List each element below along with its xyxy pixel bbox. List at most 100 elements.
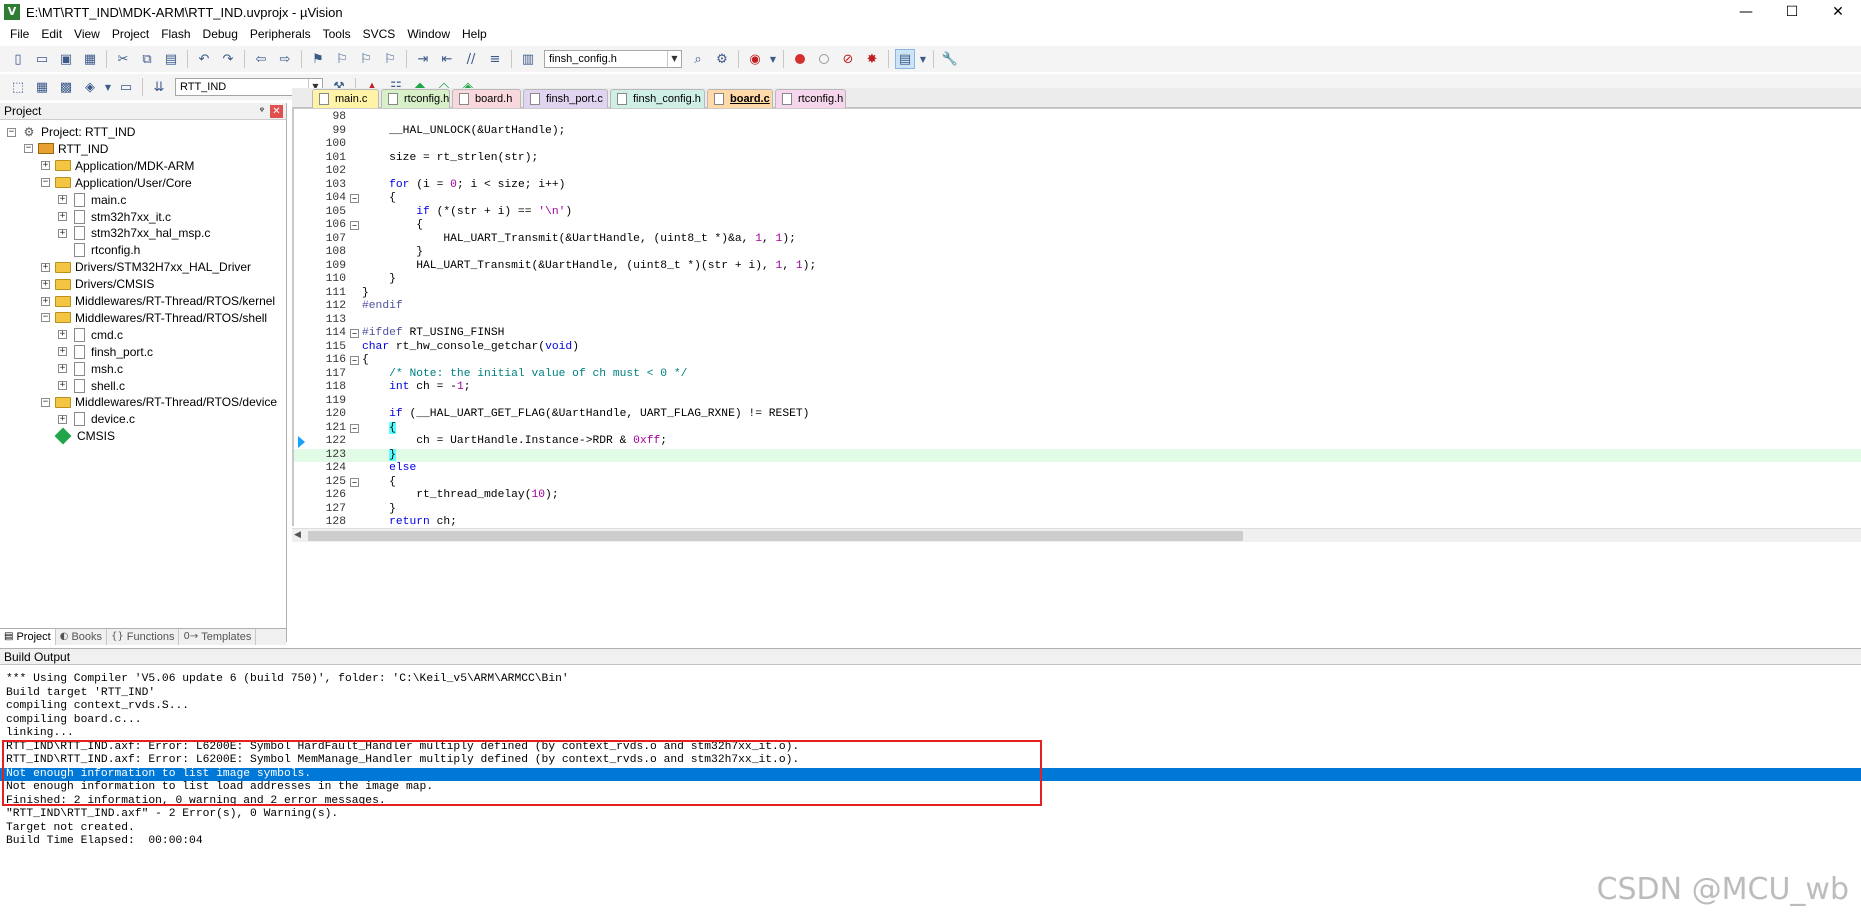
chevron-down-icon[interactable]: ▼: [667, 51, 681, 67]
collapse-icon[interactable]: −: [7, 127, 16, 137]
new-file-icon[interactable]: ▯: [8, 49, 28, 69]
expand-icon[interactable]: +: [58, 347, 67, 357]
minimize-icon[interactable]: —: [1723, 0, 1769, 24]
fold-icon[interactable]: −: [350, 423, 359, 433]
fold-icon[interactable]: −: [350, 194, 359, 203]
tree-item[interactable]: CMSIS: [41, 426, 115, 446]
window-layout-icon[interactable]: ▤: [895, 49, 915, 69]
save-all-icon[interactable]: ▦: [80, 49, 100, 69]
menu-file[interactable]: File: [4, 24, 35, 44]
find-combo[interactable]: finsh_config.h ▼: [544, 50, 682, 68]
build-output-line[interactable]: Target not created.: [0, 822, 1861, 836]
save-icon[interactable]: ▣: [56, 49, 76, 69]
build-output-line[interactable]: *** Using Compiler 'V5.06 update 6 (buil…: [0, 673, 1861, 687]
debug-session-icon[interactable]: ◉: [745, 49, 765, 69]
expand-icon[interactable]: +: [41, 279, 50, 289]
redo-icon[interactable]: ↷: [218, 49, 238, 69]
open-file-icon[interactable]: ▭: [32, 49, 52, 69]
scrollbar-thumb[interactable]: [308, 531, 1243, 541]
build-output-line[interactable]: Finished: 2 information, 0 warning and 2…: [0, 795, 1861, 809]
find-icon[interactable]: ⌕: [688, 49, 708, 69]
stop-build-icon[interactable]: ▭: [116, 77, 136, 97]
menu-debug[interactable]: Debug: [197, 24, 244, 44]
expand-icon[interactable]: +: [41, 262, 50, 272]
collapse-icon[interactable]: −: [41, 313, 50, 323]
expand-icon[interactable]: +: [58, 381, 67, 390]
build-output-line[interactable]: linking...: [0, 727, 1861, 741]
editor-tab[interactable]: finsh_config.h: [610, 89, 705, 108]
menu-help[interactable]: Help: [456, 24, 493, 44]
build-output-line[interactable]: compiling context_rvds.S...: [0, 700, 1861, 714]
chevron-down-icon[interactable]: ▼: [104, 77, 112, 97]
expand-icon[interactable]: +: [58, 228, 67, 238]
download-icon[interactable]: ⇊: [149, 77, 169, 97]
fold-icon[interactable]: −: [350, 356, 359, 365]
prev-bookmark-icon[interactable]: ⚐: [332, 49, 352, 69]
menu-view[interactable]: View: [68, 24, 106, 44]
nav-back-icon[interactable]: ⇦: [251, 49, 271, 69]
editor-tab[interactable]: finsh_port.c: [523, 89, 608, 108]
bookmark-icon[interactable]: ⚑: [308, 49, 328, 69]
fold-icon[interactable]: −: [350, 477, 359, 487]
build-output-line[interactable]: Build target 'RTT_IND': [0, 687, 1861, 701]
build-output-line[interactable]: Build Time Elapsed: 00:00:04: [0, 835, 1861, 849]
close-icon[interactable]: ✕: [1815, 0, 1861, 24]
collapse-icon[interactable]: −: [41, 178, 50, 188]
expand-icon[interactable]: +: [58, 195, 67, 205]
build-output-line[interactable]: RTT_IND\RTT_IND.axf: Error: L6200E: Symb…: [0, 754, 1861, 768]
collapse-icon[interactable]: −: [41, 397, 50, 407]
menu-flash[interactable]: Flash: [155, 24, 196, 44]
build-output-line[interactable]: RTT_IND\RTT_IND.axf: Error: L6200E: Symb…: [0, 741, 1861, 755]
expand-icon[interactable]: +: [41, 296, 50, 306]
editor-tab[interactable]: board.c: [707, 89, 773, 108]
disable-breakpoint-icon[interactable]: [814, 49, 834, 69]
menu-svcs[interactable]: SVCS: [357, 24, 402, 44]
menu-peripherals[interactable]: Peripherals: [244, 24, 317, 44]
indent-icon[interactable]: ⇥: [413, 49, 433, 69]
undo-icon[interactable]: ↶: [194, 49, 214, 69]
editor-tab[interactable]: rtconfig.h: [775, 89, 846, 108]
menu-tools[interactable]: Tools: [317, 24, 357, 44]
expand-icon[interactable]: +: [58, 414, 67, 424]
editor-tab[interactable]: main.c: [312, 89, 379, 108]
tab-functions[interactable]: {} Functions: [107, 629, 180, 645]
fold-icon[interactable]: −: [350, 329, 359, 338]
code-area[interactable]: 98 99 __HAL_UNLOCK(&UartHandle); 100 101 si…: [292, 108, 1861, 526]
fold-icon[interactable]: −: [350, 221, 359, 230]
tab-project[interactable]: ▤ Project: [0, 629, 56, 645]
maximize-icon[interactable]: ☐: [1769, 0, 1815, 24]
insert-breakpoint-icon[interactable]: [790, 49, 810, 69]
horizontal-scrollbar[interactable]: ◀: [292, 528, 1861, 542]
close-icon[interactable]: ✕: [270, 105, 283, 118]
expand-icon[interactable]: +: [58, 212, 67, 221]
editor-tab[interactable]: rtconfig.h: [381, 89, 450, 108]
clear-bookmarks-icon[interactable]: ⚐: [380, 49, 400, 69]
build-output-line[interactable]: Not enough information to list load addr…: [0, 781, 1861, 795]
chevron-down-icon[interactable]: ▼: [769, 49, 777, 69]
cut-icon[interactable]: ✂: [113, 49, 133, 69]
build-output-line[interactable]: Not enough information to list image sym…: [0, 767, 1861, 781]
tab-templates[interactable]: 0→ Templates: [179, 629, 257, 645]
translate-icon[interactable]: ⬚: [8, 77, 28, 97]
paste-icon[interactable]: ▤: [161, 49, 181, 69]
menu-project[interactable]: Project: [106, 24, 155, 44]
expand-icon[interactable]: +: [58, 330, 67, 340]
menu-edit[interactable]: Edit: [35, 24, 68, 44]
copy-icon[interactable]: ⧉: [137, 49, 157, 69]
nav-forward-icon[interactable]: ⇨: [275, 49, 295, 69]
incremental-find-icon[interactable]: ⚙: [712, 49, 732, 69]
expand-icon[interactable]: +: [58, 364, 67, 374]
next-bookmark-icon[interactable]: ⚐: [356, 49, 376, 69]
menu-window[interactable]: Window: [401, 24, 456, 44]
expand-icon[interactable]: +: [41, 161, 50, 171]
unindent-icon[interactable]: ⇤: [437, 49, 457, 69]
build-output-line[interactable]: "RTT_IND\RTT_IND.axf" - 2 Error(s), 0 Wa…: [0, 808, 1861, 822]
build-output-line[interactable]: compiling board.c...: [0, 714, 1861, 728]
chevron-down-icon[interactable]: ▼: [919, 49, 927, 69]
disable-all-breakpoints-icon[interactable]: ⊘: [838, 49, 858, 69]
build-icon[interactable]: ▦: [32, 77, 52, 97]
rebuild-icon[interactable]: ▩: [56, 77, 76, 97]
editor-tab[interactable]: board.h: [452, 89, 521, 108]
pin-icon[interactable]: ᵠ: [260, 103, 264, 120]
batch-build-icon[interactable]: ◈: [80, 77, 100, 97]
